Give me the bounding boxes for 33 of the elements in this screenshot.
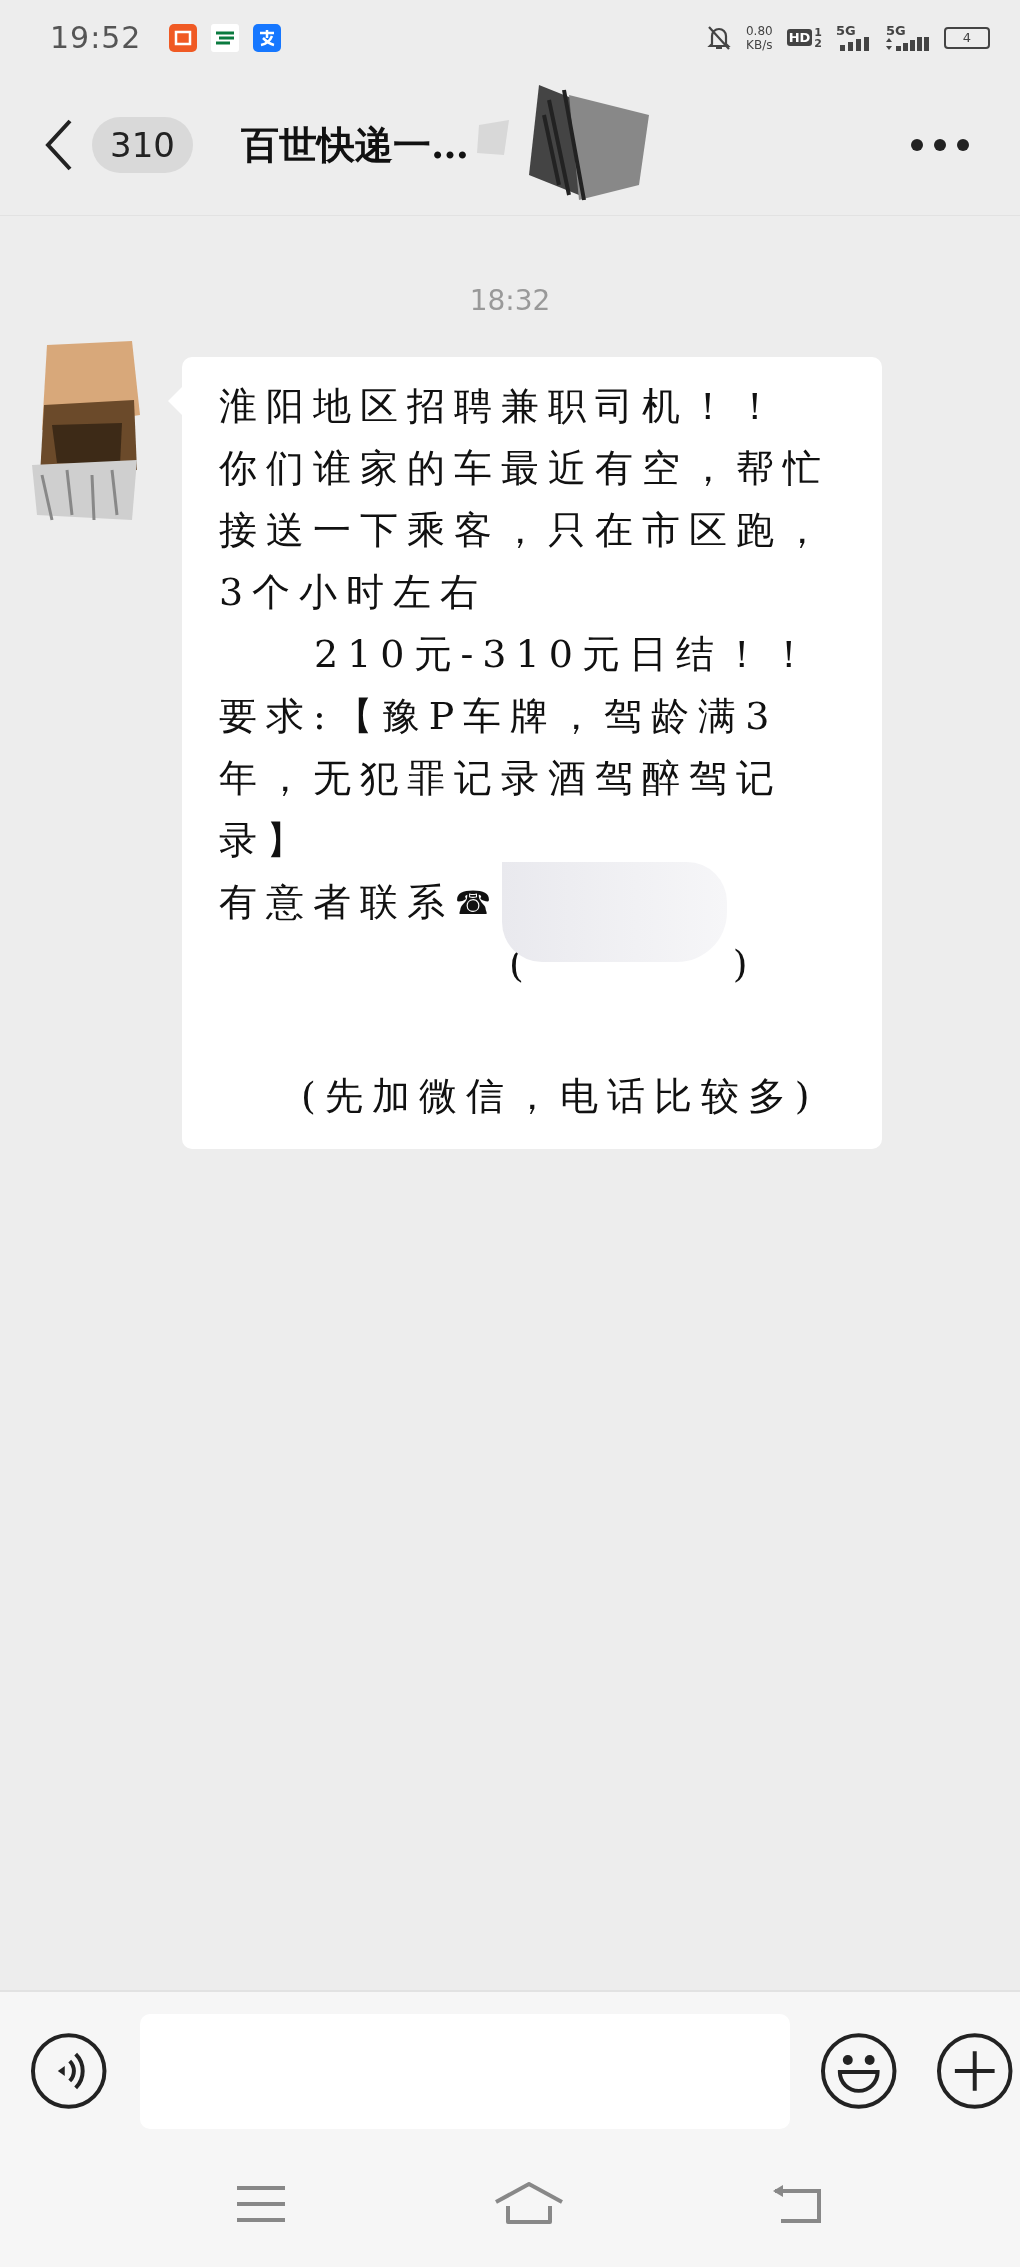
message-line: 年，无犯罪记录酒驾醉驾记 xyxy=(219,756,783,800)
message-line: 你们谁家的车最近有空，帮忙 xyxy=(219,446,830,490)
network-type: 5G xyxy=(836,24,857,37)
message-line: ) xyxy=(732,941,757,988)
chat-title: 百世快递一… xyxy=(240,120,469,169)
menu-icon[interactable] xyxy=(235,2183,287,2224)
postal-app-icon xyxy=(211,23,240,52)
clock-time: 19:52 xyxy=(50,20,142,55)
payment-app-icon xyxy=(253,23,282,52)
network-type: 5G xyxy=(886,24,907,37)
emoji-icon[interactable] xyxy=(820,2032,898,2110)
sim-number: 1 xyxy=(814,26,822,38)
unread-count-badge: 310 xyxy=(92,117,193,173)
message-line: 淮阳地区招聘兼职司机！！ xyxy=(219,384,783,428)
message-line: 有意者联系☎ xyxy=(219,880,501,924)
voice-icon[interactable] xyxy=(30,2032,108,2110)
home-icon[interactable] xyxy=(494,2181,564,2226)
message-line: 录】 xyxy=(219,818,313,862)
hd-badge: HD xyxy=(786,29,813,46)
add-icon[interactable] xyxy=(935,2032,1013,2110)
message-line: 210元-310元日结！！ xyxy=(314,632,817,676)
message-line: 要求:【豫P车牌，驾龄满3 xyxy=(219,694,779,738)
message-line: 接送一下乘客，只在市区跑， xyxy=(219,508,830,552)
shopping-app-icon xyxy=(169,23,198,52)
message-timestamp: 18:32 xyxy=(468,284,552,317)
signal-icon xyxy=(886,37,930,51)
speed-unit: KB/s xyxy=(746,37,773,52)
battery-level: 4 xyxy=(944,26,990,49)
message-line: (先加微信，电话比较多) xyxy=(301,1074,819,1118)
sim-number: 2 xyxy=(814,37,822,49)
message-line: 3个小时左右 xyxy=(219,570,488,614)
network-speed: 0.80 xyxy=(745,23,773,38)
more-icon[interactable] xyxy=(910,138,970,152)
